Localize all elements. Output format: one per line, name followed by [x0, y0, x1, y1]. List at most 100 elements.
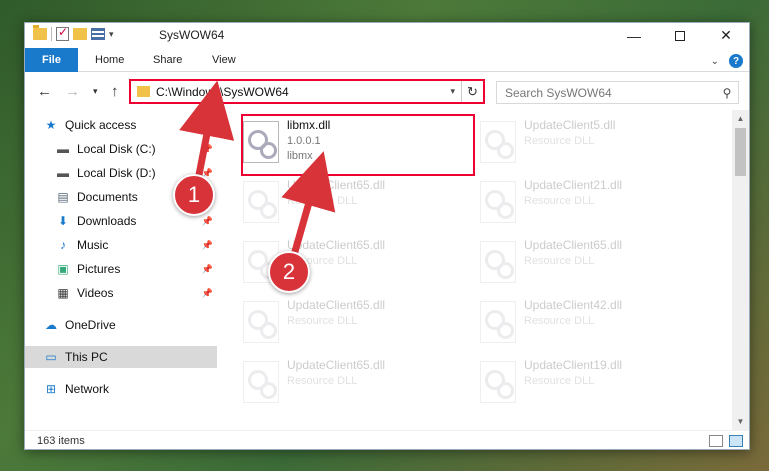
- file-item-libmx[interactable]: libmx.dll 1.0.0.1 libmx: [241, 114, 475, 176]
- file-name: UpdateClient65.dll: [287, 178, 386, 192]
- search-icon[interactable]: ⚲: [716, 86, 738, 100]
- file-item[interactable]: UpdateClient19.dll Resource DLL: [480, 356, 710, 414]
- maximize-button[interactable]: [657, 23, 703, 48]
- sidebar-item-label: Downloads: [77, 214, 137, 228]
- details-view-icon[interactable]: [709, 435, 723, 447]
- callout-step-2: 2: [268, 251, 310, 293]
- quick-access-toolbar: ▾: [33, 25, 114, 41]
- refresh-button[interactable]: ↻: [461, 81, 483, 102]
- music-icon: ♪: [60, 238, 66, 252]
- up-button[interactable]: ↑: [111, 83, 119, 100]
- drive-icon: ▬: [57, 142, 69, 156]
- sidebar-item-label: Quick access: [65, 118, 137, 132]
- sidebar-item-label: This PC: [65, 350, 108, 364]
- chevron-down-icon[interactable]: ▾: [450, 86, 455, 97]
- file-item[interactable]: UpdateClient65.dll Resource DLL: [243, 176, 473, 234]
- pin-icon[interactable]: 📌: [202, 216, 213, 227]
- file-description: Resource DLL: [524, 255, 595, 267]
- file-name: libmx.dll: [287, 118, 331, 132]
- navigation-pane: ★ Quick access ▬ Local Disk (C:) 📌 ▬ Loc…: [25, 110, 217, 430]
- sidebar-item-label: Pictures: [77, 262, 121, 276]
- file-description: libmx: [287, 150, 313, 162]
- navigation-bar: ← → ▾ ↑ C:\Windows\SysWOW64 ▾ ↻ Search S…: [25, 72, 749, 110]
- file-description: Resource DLL: [287, 375, 358, 387]
- expand-ribbon-icon[interactable]: ⌄: [711, 56, 719, 67]
- sidebar-item-quick-access[interactable]: ★ Quick access: [43, 114, 235, 136]
- explorer-window: ▾ SysWOW64 — ✕ File Home Share View ⌄ ? …: [24, 22, 750, 450]
- tab-view[interactable]: View: [212, 54, 236, 66]
- file-item[interactable]: UpdateClient42.dll Resource DLL: [480, 296, 710, 354]
- dll-file-icon: [243, 181, 279, 223]
- help-icon[interactable]: ?: [729, 54, 743, 68]
- file-description: Resource DLL: [287, 195, 358, 207]
- sidebar-item-music[interactable]: ♪ Music 📌: [55, 234, 217, 256]
- sidebar-item-onedrive[interactable]: ☁ OneDrive: [43, 314, 217, 336]
- folder-icon[interactable]: [33, 25, 47, 40]
- file-item[interactable]: UpdateClient5.dll Resource DLL: [480, 116, 710, 174]
- file-name: UpdateClient65.dll: [524, 238, 623, 252]
- sidebar-item-pictures[interactable]: ▣ Pictures 📌: [55, 258, 217, 280]
- dll-file-icon: [243, 121, 279, 163]
- recent-locations-icon[interactable]: ▾: [93, 86, 98, 97]
- sidebar-item-network[interactable]: ⊞ Network: [43, 378, 217, 400]
- videos-icon: ▦: [57, 286, 69, 300]
- title-bar: ▾ SysWOW64 — ✕: [25, 23, 749, 48]
- file-name: UpdateClient5.dll: [524, 118, 616, 132]
- tiles-view-icon[interactable]: [729, 435, 743, 447]
- dll-file-icon: [480, 181, 516, 223]
- pictures-icon: ▣: [57, 262, 69, 276]
- chevron-down-icon[interactable]: ▾: [109, 29, 114, 40]
- maximize-icon: [675, 30, 685, 41]
- address-bar[interactable]: C:\Windows\SysWOW64 ▾ ↻: [129, 79, 485, 104]
- vertical-scrollbar[interactable]: ▲ ▼: [732, 110, 749, 430]
- close-button[interactable]: ✕: [703, 23, 749, 48]
- scroll-up-icon[interactable]: ▲: [732, 110, 749, 127]
- sidebar-item-local-disk-c[interactable]: ▬ Local Disk (C:) 📌: [55, 138, 217, 160]
- pin-icon[interactable]: 📌: [202, 240, 213, 251]
- file-item[interactable]: UpdateClient65.dll Resource DLL: [480, 236, 710, 294]
- tab-home[interactable]: Home: [95, 54, 124, 66]
- file-name: UpdateClient42.dll: [524, 298, 623, 312]
- properties-icon[interactable]: [56, 25, 69, 41]
- view-toggle: [709, 435, 743, 447]
- search-box[interactable]: Search SysWOW64 ⚲: [496, 81, 739, 104]
- back-button[interactable]: ←: [37, 83, 52, 100]
- window-title: SysWOW64: [159, 28, 225, 42]
- cloud-icon: ☁: [45, 318, 57, 332]
- file-description: Resource DLL: [524, 135, 595, 147]
- sidebar-item-label: Documents: [77, 190, 138, 204]
- ribbon-controls: ⌄ ?: [711, 54, 743, 68]
- network-icon: ⊞: [45, 382, 57, 396]
- dll-file-icon: [243, 361, 279, 403]
- file-description: Resource DLL: [524, 375, 595, 387]
- sidebar-item-videos[interactable]: ▦ Videos 📌: [55, 282, 217, 304]
- address-path[interactable]: C:\Windows\SysWOW64: [156, 85, 450, 99]
- file-item[interactable]: UpdateClient65.dll Resource DLL: [243, 356, 473, 414]
- file-item[interactable]: UpdateClient65.dll Resource DLL: [243, 296, 473, 354]
- file-item[interactable]: UpdateClient21.dll Resource DLL: [480, 176, 710, 234]
- pin-icon[interactable]: 📌: [202, 288, 213, 299]
- dll-file-icon: [480, 301, 516, 343]
- scroll-down-icon[interactable]: ▼: [732, 413, 749, 430]
- tab-share[interactable]: Share: [153, 54, 182, 66]
- new-folder-icon[interactable]: [73, 28, 87, 40]
- sidebar-item-label: Network: [65, 382, 110, 396]
- sidebar-item-label: Local Disk (C:): [77, 142, 156, 156]
- sidebar-item-this-pc[interactable]: ▭ This PC: [25, 346, 217, 368]
- sidebar-item-label: Local Disk (D:): [77, 166, 156, 180]
- pin-icon[interactable]: 📌: [202, 264, 213, 275]
- item-count: 163 items: [37, 435, 85, 447]
- file-name: UpdateClient65.dll: [287, 298, 386, 312]
- dll-file-icon: [480, 361, 516, 403]
- search-input[interactable]: Search SysWOW64: [505, 86, 716, 100]
- tab-file[interactable]: File: [25, 48, 78, 72]
- file-description: Resource DLL: [524, 195, 595, 207]
- forward-button[interactable]: →: [65, 83, 80, 100]
- minimize-button[interactable]: —: [611, 23, 657, 48]
- scrollbar-thumb[interactable]: [735, 128, 746, 176]
- sidebar-item-label: Videos: [77, 286, 114, 300]
- documents-icon: ▤: [57, 190, 69, 204]
- customize-view-icon[interactable]: [91, 28, 105, 40]
- pin-icon[interactable]: 📌: [202, 144, 213, 155]
- file-version: 1.0.0.1: [287, 135, 321, 147]
